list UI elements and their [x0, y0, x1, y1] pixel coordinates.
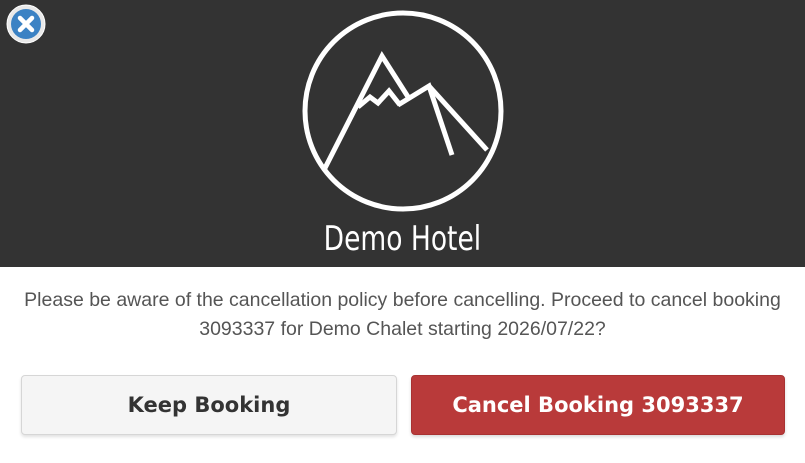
cancel-booking-dialog: Demo Hotel Please be aware of the cancel… [0, 0, 805, 463]
hotel-name: Demo Hotel [323, 219, 482, 259]
cancel-booking-button[interactable]: Cancel Booking 3093337 [411, 375, 785, 435]
close-button[interactable] [6, 4, 46, 44]
keep-booking-button[interactable]: Keep Booking [21, 375, 397, 435]
cancellation-message: Please be aware of the cancellation poli… [24, 289, 781, 340]
mountain-logo-icon [302, 10, 504, 212]
dialog-header: Demo Hotel [0, 0, 805, 267]
close-icon [6, 4, 46, 44]
